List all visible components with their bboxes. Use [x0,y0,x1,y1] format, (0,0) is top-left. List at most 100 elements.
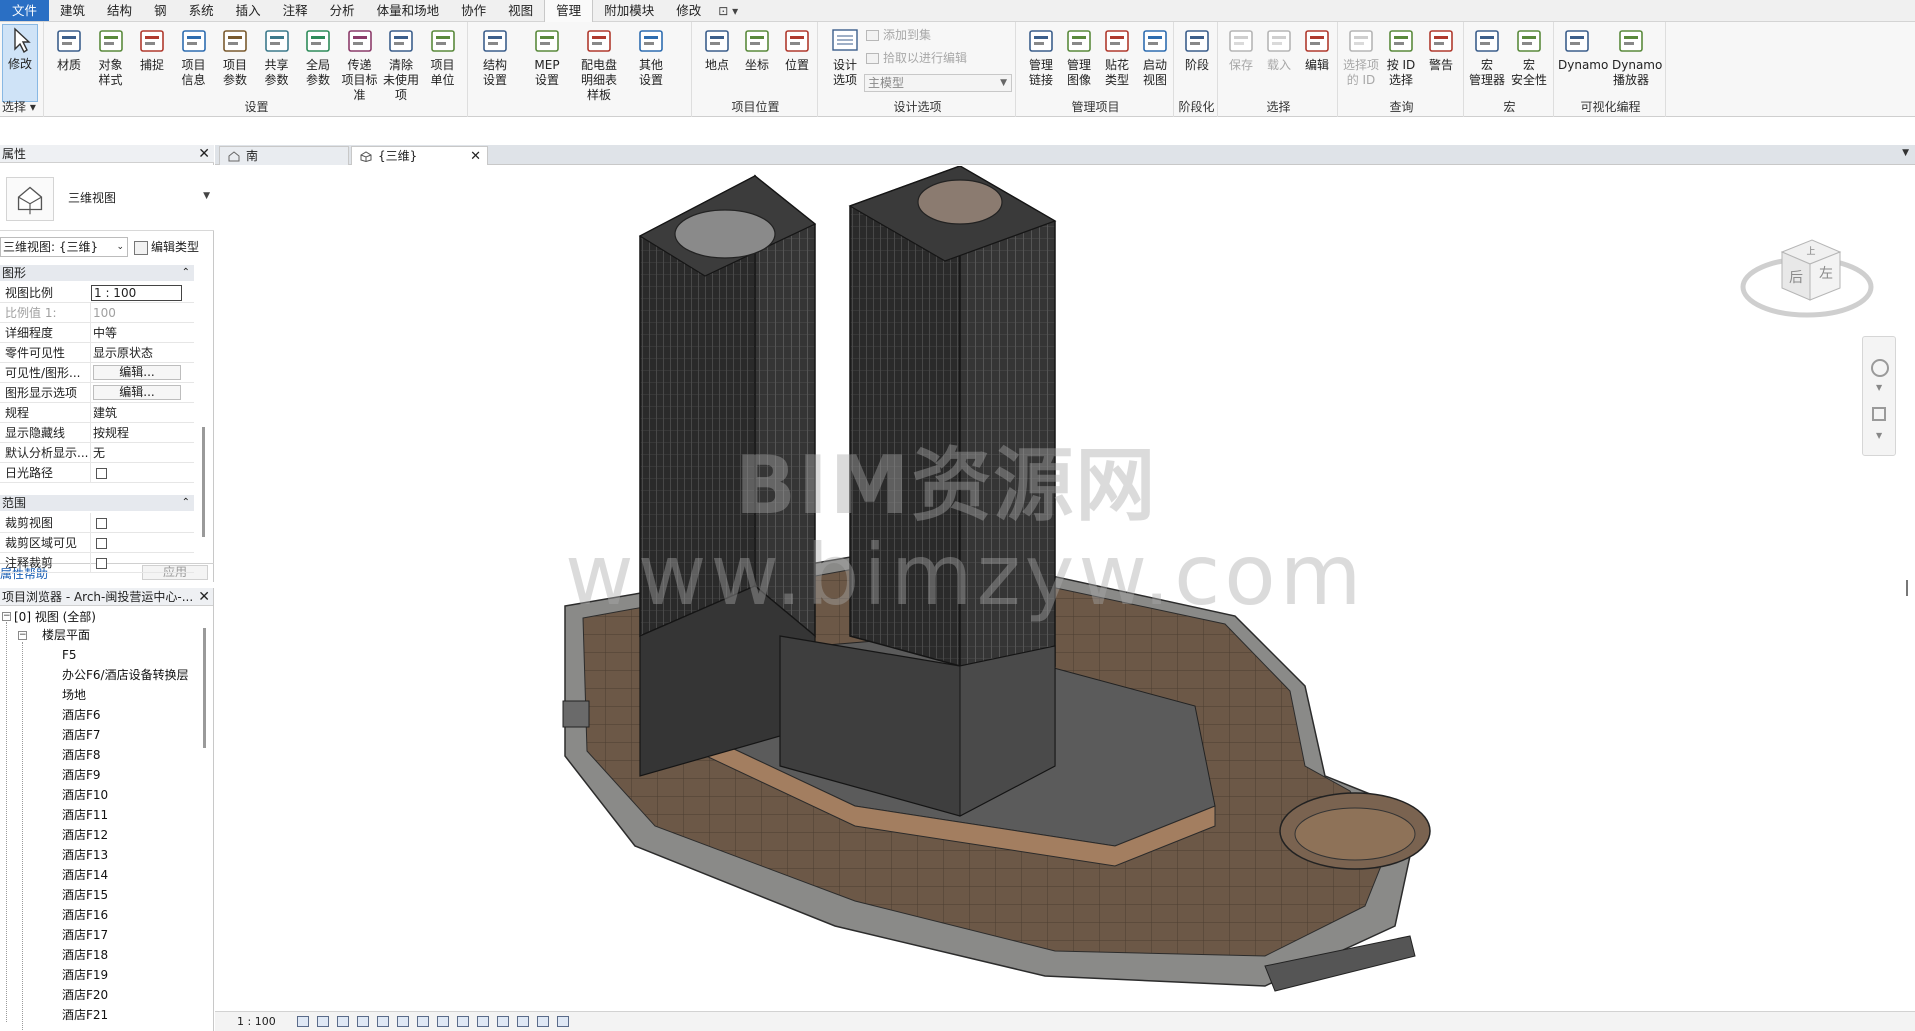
temporary-hide-icon[interactable] [457,1016,469,1027]
tree-item-floor-plan[interactable]: 酒店F17 [62,926,108,944]
tree-item-floor-plan[interactable]: 酒店F10 [62,786,108,804]
inquiry-button-1[interactable]: 按 ID 选择 [1382,26,1420,98]
section-extents[interactable]: 范围 ⌃ [0,495,194,511]
location-button-1[interactable]: 坐标 [738,26,776,98]
tree-item-floor-plan[interactable]: 场地 [62,686,86,704]
struct-button-0[interactable]: 结构 设置 [476,26,514,98]
detail-level-icon[interactable] [297,1016,309,1027]
chevron-down-icon[interactable]: ▼ [1876,431,1882,440]
menu-tab-3[interactable]: 钢 [143,0,178,21]
pick-to-edit-button[interactable]: 拾取以进行编辑 [866,49,967,67]
viewport-scroll-indicator[interactable] [1906,580,1908,596]
menu-tab-8[interactable]: 体量和场地 [366,0,451,21]
view-cube[interactable]: 上 后 左 [1738,222,1876,322]
tree-item-floor-plan[interactable]: 酒店F19 [62,966,108,984]
menu-tab-12[interactable]: 附加模块 [593,0,665,21]
phase-button-0[interactable]: 阶段 [1178,26,1216,98]
tree-root-views[interactable]: [0] 视图 (全部) [14,608,96,626]
modify-button[interactable]: 修改 [2,24,38,102]
tree-item-floor-plan[interactable]: 酒店F20 [62,986,108,1004]
selection-button-2[interactable]: 编辑 [1298,26,1336,98]
tree-item-floor-plan[interactable]: 酒店F21 [62,1006,108,1024]
analysis-icon[interactable] [537,1016,549,1027]
selection-button-0[interactable]: 保存 [1222,26,1260,98]
tree-item-floor-plan[interactable]: 酒店F7 [62,726,101,744]
settings-button-7[interactable]: 传递 项目标准 [341,26,379,102]
manage-button-2[interactable]: 贴花 类型 [1098,26,1136,98]
select-group-label[interactable]: 选择 ▾ [0,98,43,115]
settings-button-2[interactable]: 捕捉 [133,26,171,98]
tree-floor-plans[interactable]: 楼层平面 [42,626,90,644]
property-value[interactable]: 编辑... [90,363,194,383]
menu-tab-13[interactable]: 修改 [665,0,712,21]
property-value[interactable] [90,463,194,483]
view-scale-input[interactable]: 1 : 100 [91,285,182,301]
settings-button-6[interactable]: 全局 参数 [299,26,337,98]
section-graphics[interactable]: 图形 ⌃ [0,265,194,281]
constraints-icon[interactable] [557,1016,569,1027]
settings-button-4[interactable]: 项目 参数 [216,26,254,98]
tree-item-floor-plan[interactable]: 办公F6/酒店设备转换层 [62,666,189,684]
manage-button-1[interactable]: 管理 图像 [1060,26,1098,98]
edit-button[interactable]: 编辑... [93,385,181,400]
tree-toggle[interactable]: − [18,631,27,640]
tree-item-floor-plan[interactable]: 酒店F8 [62,746,101,764]
selection-button-1[interactable]: 载入 [1260,26,1298,98]
view-instance-select[interactable]: 三维视图: {三维} ⌄ [0,237,128,257]
macros-button-0[interactable]: 宏 管理器 [1468,26,1506,98]
tree-item-floor-plan[interactable]: 酒店F11 [62,806,108,824]
chevron-down-icon[interactable]: ▼ [1876,383,1882,392]
add-to-set-button[interactable]: 添加到集 [866,26,931,44]
menu-tab-4[interactable]: 系统 [178,0,225,21]
design-options-button[interactable]: 设计 选项 [826,26,864,98]
view-scale[interactable]: 1 : 100 [237,1012,276,1031]
chevron-down-icon[interactable]: ▼ [203,191,210,201]
inquiry-button-0[interactable]: 选择项 的 ID [1342,26,1380,98]
3d-viewport[interactable]: BIM资源网 www.bimzyw.com [215,166,1915,1011]
menu-tab-0[interactable]: 文件 [0,0,50,21]
menu-tab-11[interactable]: 管理 [544,0,594,23]
settings-button-3[interactable]: 项目 信息 [175,26,213,98]
settings-button-9[interactable]: 项目 单位 [424,26,462,98]
reveal-hidden-icon[interactable] [477,1016,489,1027]
menu-tab-1[interactable]: 建筑 [49,0,96,21]
property-value[interactable] [90,513,194,533]
highlight-icon[interactable] [517,1016,529,1027]
collapse-icon[interactable]: ⌃ [182,265,190,281]
scroll-thumb[interactable] [202,427,205,537]
tab-3d[interactable]: {三维} ✕ [351,146,488,165]
struct-button-2[interactable]: 配电盘明细表 样板 [580,26,618,102]
checkbox[interactable] [96,558,107,569]
menu-tab-6[interactable]: 注释 [272,0,319,21]
menu-extra-dropdown[interactable]: ⊡ ▾ [712,0,744,21]
struct-button-1[interactable]: MEP 设置 [528,26,566,98]
macros-button-1[interactable]: 宏 安全性 [1510,26,1548,98]
tree-item-floor-plan[interactable]: 酒店F14 [62,866,108,884]
location-button-0[interactable]: 地点 [698,26,736,98]
settings-button-5[interactable]: 共享 参数 [258,26,296,98]
manage-button-3[interactable]: 启动 视图 [1136,26,1174,98]
close-icon[interactable]: ✕ [198,588,210,606]
tree-item-floor-plan[interactable]: 酒店F12 [62,826,108,844]
menu-tab-5[interactable]: 插入 [225,0,272,21]
tree-item-floor-plan[interactable]: 酒店F18 [62,946,108,964]
tab-south[interactable]: 南 [219,146,349,165]
property-value[interactable] [90,533,194,553]
zoom-icon[interactable] [1872,407,1886,421]
property-value[interactable]: 编辑... [90,383,194,403]
close-icon[interactable]: ✕ [198,145,210,163]
checkbox[interactable] [96,538,107,549]
close-icon[interactable]: ✕ [470,147,481,166]
settings-button-1[interactable]: 对象 样式 [92,26,130,98]
visual-style-icon[interactable] [317,1016,329,1027]
tree-item-floor-plan[interactable]: 酒店F15 [62,886,108,904]
menu-tab-7[interactable]: 分析 [319,0,366,21]
crop-view-icon[interactable] [397,1016,409,1027]
tree-item-floor-plan[interactable]: 酒店F6 [62,706,101,724]
menu-tab-2[interactable]: 结构 [96,0,143,21]
tree-item-floor-plan[interactable]: 酒店F16 [62,906,108,924]
crop-region-icon[interactable] [417,1016,429,1027]
collapse-icon[interactable]: ⌃ [182,495,190,511]
location-button-2[interactable]: 位置 [778,26,816,98]
property-value[interactable] [90,553,194,573]
